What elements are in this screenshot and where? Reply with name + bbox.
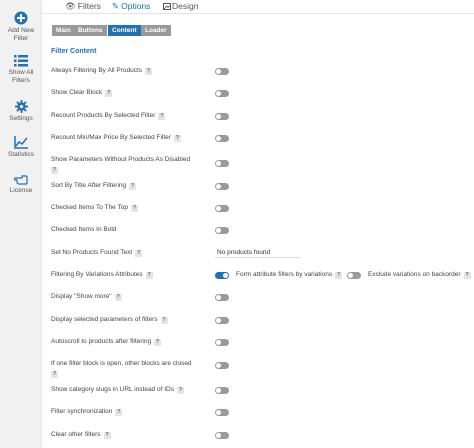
option-label: Set No Products Found Text?	[51, 249, 143, 257]
exclude-backorder-toggle[interactable]	[347, 272, 361, 279]
sidebar-item-label: Settings	[9, 115, 33, 122]
help-icon[interactable]: ?	[51, 167, 58, 174]
subtab-loader[interactable]: Loader	[141, 25, 171, 36]
help-icon[interactable]: ?	[463, 272, 471, 279]
option-label: Filter synchronization?	[51, 408, 123, 416]
help-icon[interactable]: ?	[135, 250, 143, 257]
show-disabled-params-toggle[interactable]	[215, 160, 229, 167]
help-icon[interactable]: ?	[173, 135, 181, 142]
help-icon[interactable]: ?	[176, 387, 184, 394]
help-icon[interactable]: ?	[114, 294, 122, 301]
help-icon-row: ?	[51, 370, 58, 378]
sidebar-item-label: Filters	[12, 77, 30, 84]
option-label: Autoscroll to products after filtering?	[51, 338, 162, 346]
option-label: Sort By Title After Filtering?	[51, 182, 137, 190]
option-label: Show category slugs in URL instead of ID…	[51, 386, 184, 394]
gear-icon	[14, 100, 28, 113]
option-label: Recount Min/Max Price By Selected Filter…	[51, 134, 181, 142]
option-label: Show Clear Block?	[51, 89, 113, 97]
option-label: Display selected parameters of filters?	[51, 316, 168, 324]
wrench-icon: ✎	[112, 1, 120, 11]
tab-design[interactable]: Design	[163, 1, 198, 11]
chart-icon	[14, 136, 28, 149]
help-icon[interactable]: ?	[145, 272, 153, 279]
help-icon[interactable]: ?	[130, 205, 138, 212]
subtab-main[interactable]: Main	[52, 25, 75, 36]
sidebar-item-license[interactable]: License	[0, 172, 42, 195]
sidebar: Add New Filter Show All Filters Settings	[0, 0, 42, 448]
option-label: Checked Items To The Top?	[51, 204, 138, 212]
sidebar-item-add-new-filter[interactable]: Add New Filter	[0, 11, 42, 43]
help-icon[interactable]: ?	[129, 183, 137, 190]
plus-circle-icon	[14, 11, 28, 25]
sidebar-item-label: Add New	[7, 27, 35, 34]
help-icon[interactable]: ?	[105, 90, 113, 97]
help-icon[interactable]: ?	[51, 371, 58, 378]
top-tab-bar: 👁 Filters ✎ Options Design	[42, 0, 474, 14]
form-attribute-label: Form attribute filters by variations?	[236, 271, 343, 279]
hand-pointer-icon	[14, 175, 28, 185]
help-icon[interactable]: ?	[335, 272, 343, 279]
recount-price-toggle[interactable]	[215, 135, 229, 142]
filter-sync-toggle[interactable]	[215, 409, 229, 416]
sidebar-item-statistics[interactable]: Statistics	[0, 136, 42, 159]
sidebar-item-label: Show All	[8, 69, 34, 76]
sidebar-item-label: License	[9, 187, 33, 194]
option-label: Checked Items In Bold	[51, 226, 117, 233]
sidebar-item-label: Statistics	[7, 151, 34, 158]
category-slugs-toggle[interactable]	[215, 387, 229, 394]
show-clear-block-toggle[interactable]	[215, 90, 229, 97]
option-label: Display "Show more"?	[51, 293, 122, 301]
one-block-open-toggle[interactable]	[215, 362, 229, 369]
option-label: Show Parameters Without Products As Disa…	[51, 156, 191, 163]
section-title: Filter Content	[51, 48, 97, 55]
no-products-text-input[interactable]	[215, 247, 301, 258]
autoscroll-toggle[interactable]	[215, 339, 229, 346]
subtab-buttons[interactable]: Buttons	[74, 25, 107, 36]
help-icon[interactable]: ?	[103, 432, 111, 439]
image-icon	[163, 3, 171, 10]
help-icon[interactable]: ?	[160, 317, 168, 324]
eye-icon: 👁	[65, 1, 76, 11]
checked-to-top-toggle[interactable]	[215, 205, 229, 212]
subtab-content[interactable]: Content	[108, 25, 141, 36]
help-icon[interactable]: ?	[145, 68, 153, 75]
sidebar-item-settings[interactable]: Settings	[0, 100, 42, 123]
tab-filters[interactable]: 👁 Filters	[65, 1, 101, 12]
variations-attributes-toggle[interactable]	[215, 272, 229, 279]
show-more-toggle[interactable]	[215, 294, 229, 301]
option-label: If one filter block is open, other block…	[51, 360, 192, 367]
option-label: Recount Products By Selected Filter?	[51, 112, 166, 120]
help-icon-row: ?	[51, 166, 58, 174]
sort-by-title-toggle[interactable]	[215, 183, 229, 190]
option-label: Always Filtering By All Products?	[51, 67, 153, 75]
option-label: Clear other filters?	[51, 431, 111, 439]
clear-other-filters-toggle[interactable]	[215, 432, 229, 439]
sidebar-item-label: Filter	[13, 35, 29, 42]
checked-bold-toggle[interactable]	[215, 227, 229, 234]
help-icon[interactable]: ?	[158, 113, 166, 120]
list-icon	[14, 55, 28, 67]
always-filtering-toggle[interactable]	[215, 68, 229, 75]
help-icon[interactable]: ?	[115, 409, 123, 416]
sidebar-item-show-all-filters[interactable]: Show All Filters	[0, 55, 42, 85]
selected-params-toggle[interactable]	[215, 317, 229, 324]
option-label: Filtering By Variations Attributes?	[51, 271, 153, 279]
tab-options[interactable]: ✎ Options	[112, 1, 150, 12]
exclude-backorder-label: Exclude variations on backorder?	[368, 271, 471, 279]
help-icon[interactable]: ?	[154, 339, 162, 346]
recount-products-toggle[interactable]	[215, 113, 229, 120]
